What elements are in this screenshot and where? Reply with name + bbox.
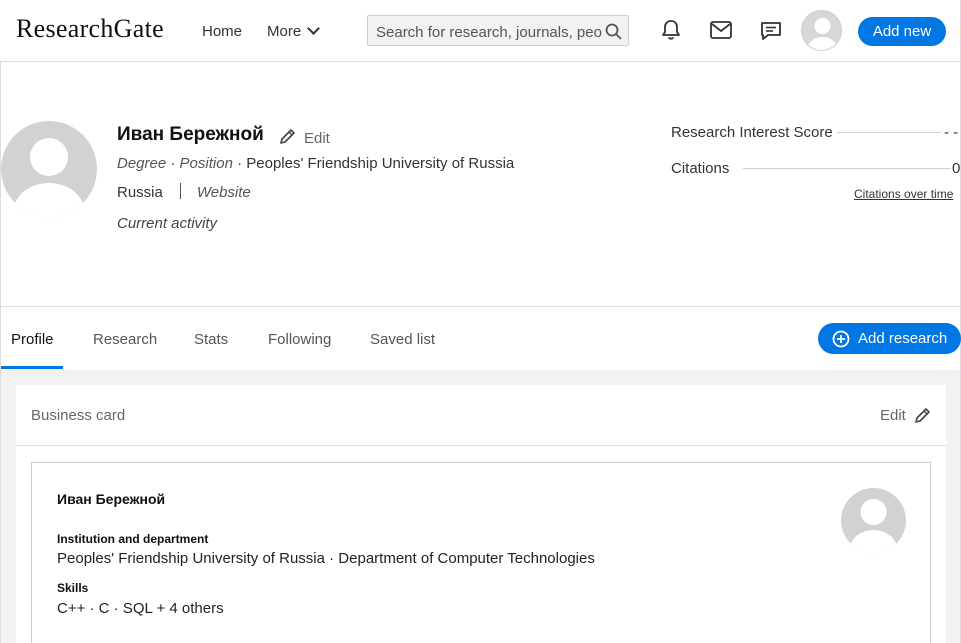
country-text: Russia xyxy=(117,184,163,201)
business-card-header: Business card Edit xyxy=(16,385,946,446)
citations-row[interactable]: Citations 0 xyxy=(671,160,961,177)
citations-label: Citations xyxy=(671,160,730,177)
business-card-avatar xyxy=(841,488,906,553)
position-field[interactable]: Position xyxy=(180,155,233,172)
institution-link[interactable]: Peoples' Friendship University of Russia xyxy=(246,155,514,172)
business-card: Иван Бережной Institution and department… xyxy=(31,462,931,643)
citations-value: 0 xyxy=(952,160,961,177)
skills-heading: Skills xyxy=(57,581,89,595)
user-avatar[interactable] xyxy=(801,10,842,51)
edit-label: Edit xyxy=(880,407,906,424)
add-research-button[interactable]: Add research xyxy=(818,323,961,354)
notifications-bell-icon[interactable] xyxy=(661,19,681,41)
edit-business-card-button[interactable]: Edit xyxy=(880,407,930,424)
edit-profile-button[interactable]: Edit xyxy=(279,126,330,147)
questions-chat-icon[interactable] xyxy=(760,21,782,41)
add-new-button[interactable]: Add new xyxy=(858,17,946,46)
tab-research[interactable]: Research xyxy=(93,331,157,348)
website-field[interactable]: Website xyxy=(197,184,251,201)
profile-avatar[interactable] xyxy=(1,121,97,217)
edit-label: Edit xyxy=(304,130,330,147)
institution-heading: Institution and department xyxy=(57,532,209,546)
profile-tabs: Profile Research Stats Following Saved l… xyxy=(0,306,961,371)
active-tab-indicator xyxy=(1,366,63,369)
dotted-leader xyxy=(837,132,941,133)
profile-location-line: Russia Website xyxy=(117,181,251,201)
pencil-icon xyxy=(280,129,295,144)
plus-circle-icon xyxy=(832,330,850,348)
citations-over-time-link[interactable]: Citations over time xyxy=(854,187,953,201)
institution-value: Peoples' Friendship University of Russia… xyxy=(57,550,595,567)
tab-following[interactable]: Following xyxy=(268,331,331,348)
profile-name: Иван Бережной xyxy=(117,124,264,145)
dotted-leader xyxy=(743,168,951,169)
current-activity-link[interactable]: Current activity xyxy=(117,215,217,232)
tab-stats[interactable]: Stats xyxy=(194,331,228,348)
tab-profile[interactable]: Profile xyxy=(11,331,54,348)
research-interest-score-row[interactable]: Research Interest Score - - xyxy=(671,124,961,141)
profile-affiliation-line: Degree · Position · Peoples' Friendship … xyxy=(117,155,514,172)
degree-field[interactable]: Degree xyxy=(117,155,166,172)
nav-more-menu[interactable]: More xyxy=(267,22,321,40)
nav-more-label: More xyxy=(267,23,302,40)
add-research-label: Add research xyxy=(858,330,948,347)
default-avatar-icon xyxy=(849,499,898,553)
search-icon[interactable] xyxy=(605,23,622,40)
chevron-down-icon xyxy=(307,22,321,35)
messages-envelope-icon[interactable] xyxy=(710,21,732,39)
pencil-icon xyxy=(915,408,930,423)
nav-home-link[interactable]: Home xyxy=(202,23,242,40)
researchgate-logo[interactable]: ResearchGate xyxy=(16,14,164,44)
top-navigation-bar: ResearchGate Home More Add new xyxy=(0,0,961,62)
ris-value: - - xyxy=(944,124,959,141)
divider xyxy=(179,183,181,199)
tab-saved-list[interactable]: Saved list xyxy=(370,331,435,348)
skills-value: C++ · C · SQL + 4 others xyxy=(57,600,224,617)
business-card-name: Иван Бережной xyxy=(57,491,166,507)
default-avatar-icon xyxy=(807,18,838,50)
business-card-title: Business card xyxy=(31,407,126,424)
separator-dot: · xyxy=(170,155,176,172)
search-box xyxy=(367,15,629,46)
ris-label: Research Interest Score xyxy=(671,124,833,141)
default-avatar-icon xyxy=(13,138,85,217)
search-input[interactable] xyxy=(374,21,604,43)
separator-dot: · xyxy=(237,155,243,172)
